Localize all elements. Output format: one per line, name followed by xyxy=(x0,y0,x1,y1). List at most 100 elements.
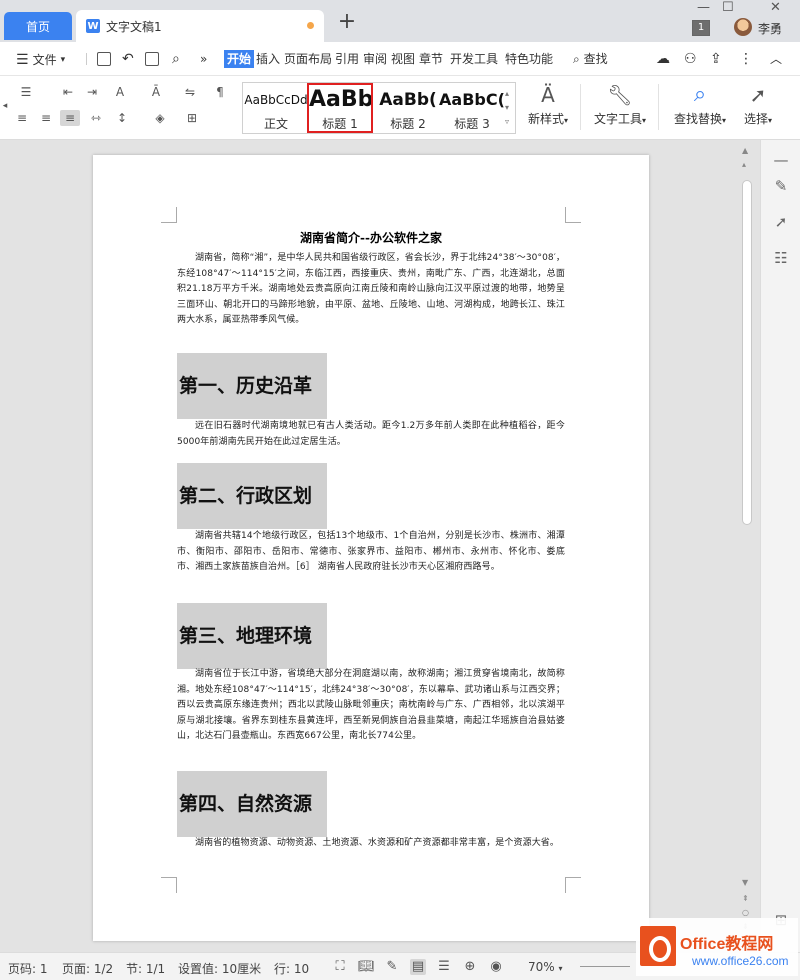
menu-tab-chapter[interactable]: 章节 xyxy=(417,50,445,68)
borders-icon[interactable]: ⊞ xyxy=(182,110,202,126)
line-spacing-icon[interactable]: ↕ xyxy=(112,110,132,126)
document-page[interactable]: 湖南省简介--办公软件之家 湖南省，简称“湘”，是中华人民共和国省级行政区，省会… xyxy=(93,155,649,941)
save-icon[interactable] xyxy=(97,52,111,66)
align-justify-icon[interactable]: ≡ xyxy=(60,110,80,126)
section-paragraph: 远在旧石器时代湖南境地就已有古人类活动。距今1.2万多年前人类即在此种植稻谷，距… xyxy=(177,421,565,447)
tab-document[interactable]: W 文字文稿1 xyxy=(76,10,324,42)
section-count[interactable]: 节: 1/1 xyxy=(126,960,165,977)
outline-view-icon[interactable]: ☰ xyxy=(436,959,452,975)
style-heading-3[interactable]: AaBbC( 标题 3 xyxy=(439,83,505,133)
office-logo-icon xyxy=(640,926,676,966)
maximize-icon[interactable]: ☐ xyxy=(722,0,734,15)
page-count[interactable]: 页面: 1/2 xyxy=(62,960,113,977)
menu-tab-developer[interactable]: 开发工具 xyxy=(448,50,500,68)
margin-corner-mark xyxy=(161,877,177,893)
page-number[interactable]: 页码: 1 xyxy=(8,960,48,977)
side-panel: — ✎ ➚ ☷ ⊞ xyxy=(760,140,800,952)
new-style-icon: Ä xyxy=(541,83,555,107)
username[interactable]: 李勇 xyxy=(758,20,782,37)
find-replace-button[interactable]: ⌕ 查找替换▾ xyxy=(668,80,732,127)
undo-icon[interactable]: ↶ xyxy=(120,50,136,68)
settings-sliders-icon[interactable]: ☷ xyxy=(771,248,791,268)
minimize-icon[interactable]: — xyxy=(697,0,710,15)
doc-tab-label: 文字文稿1 xyxy=(106,19,162,34)
align-left-icon[interactable]: ≡ xyxy=(12,110,32,126)
section-heading: 第二、行政区划 xyxy=(177,463,327,529)
new-tab-button[interactable]: + xyxy=(336,11,358,34)
line-sort-icon[interactable]: ⇋ xyxy=(180,84,200,100)
show-marks-icon[interactable]: ¶ xyxy=(210,84,230,100)
distributed-align-icon[interactable]: ⇿ xyxy=(86,110,106,126)
setting-value[interactable]: 设置值: 10厘米 xyxy=(178,960,261,977)
hamburger-icon: ☰ xyxy=(16,51,29,68)
cursor-icon[interactable]: ➚ xyxy=(771,212,791,232)
collaborate-icon[interactable]: ⚇ xyxy=(682,50,699,68)
menu-tab-view[interactable]: 视图 xyxy=(389,50,417,68)
style-heading-2[interactable]: AaBb( 标题 2 xyxy=(375,83,441,133)
menu-tab-review[interactable]: 审阅 xyxy=(361,50,389,68)
decrease-indent-icon[interactable]: ⇤ xyxy=(58,84,78,100)
cloud-sync-icon[interactable]: ☁ xyxy=(654,50,672,68)
scrollbar-thumb[interactable] xyxy=(742,180,752,525)
scroll-down-icon[interactable]: ▼ xyxy=(742,878,748,887)
new-style-button[interactable]: Ä 新样式▾ xyxy=(524,80,572,127)
avatar[interactable] xyxy=(734,18,752,36)
document-area: 湖南省简介--办公软件之家 湖南省，简称“湘”，是中华人民共和国省级行政区，省会… xyxy=(0,140,760,952)
intro-paragraph: 湖南省，简称“湘”，是中华人民共和国省级行政区，省会长沙，界于北纬24°38′～… xyxy=(177,253,565,325)
web-view-icon[interactable]: ⊕ xyxy=(462,959,478,975)
align-center-icon[interactable]: ≡ xyxy=(36,110,56,126)
search-button[interactable]: ⌕ 查找 xyxy=(571,50,610,68)
ribbon-scroll-left-icon[interactable]: ◂ xyxy=(0,98,10,114)
unsaved-dot-icon xyxy=(307,22,314,29)
section-paragraph: 湖南省位于长江中游，省境绝大部分在洞庭湖以南，故称湖南；湘江贯穿省境南北，故简称… xyxy=(177,669,565,741)
zoom-level[interactable]: 70% ▾ xyxy=(528,960,563,974)
share-icon[interactable]: ⇪ xyxy=(708,50,724,68)
menu-tab-features[interactable]: 特色功能 xyxy=(503,50,555,68)
previous-page-icon[interactable]: ⇞ xyxy=(742,894,749,903)
menu-tab-references[interactable]: 引用 xyxy=(333,50,361,68)
menu-tab-layout[interactable]: 页面布局 xyxy=(282,50,334,68)
window-count-badge[interactable]: 1 xyxy=(692,20,710,36)
more-options-icon[interactable]: ⋮ xyxy=(737,50,755,68)
text-tools-button[interactable]: 🔧︎ 文字工具▾ xyxy=(590,80,650,127)
select-label: 选择▾ xyxy=(743,112,773,126)
scroll-up-page-icon[interactable]: ▴ xyxy=(742,160,746,169)
page-view-icon[interactable]: ▤ xyxy=(410,959,426,975)
styles-gallery: AaBbCcDd 正文 AaBb 标题 1 AaBb( 标题 2 AaBbC( … xyxy=(242,82,516,134)
print-preview-icon[interactable]: ⌕ xyxy=(170,50,182,68)
print-icon[interactable] xyxy=(145,52,159,66)
eye-protection-icon[interactable]: ◉ xyxy=(488,959,504,975)
menu-tab-insert[interactable]: 插入 xyxy=(254,50,282,68)
row-number[interactable]: 行: 10 xyxy=(274,960,309,977)
file-menu-button[interactable]: ☰ 文件 ▾ xyxy=(16,51,65,68)
tab-home[interactable]: 首页 xyxy=(4,12,72,40)
reading-mode-icon[interactable]: 📖︎ xyxy=(358,959,375,975)
close-icon[interactable]: ✕ xyxy=(770,0,781,15)
text-direction-icon[interactable]: A xyxy=(110,84,130,100)
menu-tab-home[interactable]: 开始 xyxy=(224,50,255,68)
style-normal[interactable]: AaBbCcDd 正文 xyxy=(243,83,309,133)
more-quick-access-button[interactable]: » xyxy=(198,50,209,68)
find-replace-label: 查找替换▾ xyxy=(673,112,727,126)
vertical-scrollbar[interactable]: ▲ ▴ ▼ ⇞ ○ ⇟ xyxy=(738,140,756,952)
scroll-up-icon[interactable]: ▲ xyxy=(742,146,748,155)
select-browse-object-icon[interactable]: ○ xyxy=(742,908,749,917)
increase-indent-icon[interactable]: ⇥ xyxy=(82,84,102,100)
watermark-brand: Office教程网 xyxy=(680,936,774,953)
new-style-label: 新样式▾ xyxy=(527,112,569,126)
zoom-slider[interactable] xyxy=(580,966,630,967)
styles-gallery-scroll[interactable]: ▴ ▾ ▿ xyxy=(505,87,509,129)
clear-format-icon[interactable]: Ā xyxy=(146,84,166,100)
margin-corner-mark xyxy=(161,207,177,223)
pen-icon[interactable]: ✎ xyxy=(771,176,791,196)
bullet-list-icon[interactable]: ☰ xyxy=(16,84,36,100)
edit-mode-icon[interactable]: ✎ xyxy=(384,959,400,975)
search-icon: ⌕ xyxy=(573,52,580,66)
fullscreen-icon[interactable]: ⛶ xyxy=(332,959,348,975)
shading-icon[interactable]: ◈ xyxy=(150,110,170,126)
collapse-ribbon-icon[interactable]: ︿ xyxy=(768,50,784,68)
style-heading-1[interactable]: AaBb 标题 1 xyxy=(307,83,373,133)
collapse-panel-icon[interactable]: — xyxy=(771,150,791,170)
select-button[interactable]: ➚ 选择▾ xyxy=(736,80,780,127)
style-label: 正文 xyxy=(263,117,288,131)
